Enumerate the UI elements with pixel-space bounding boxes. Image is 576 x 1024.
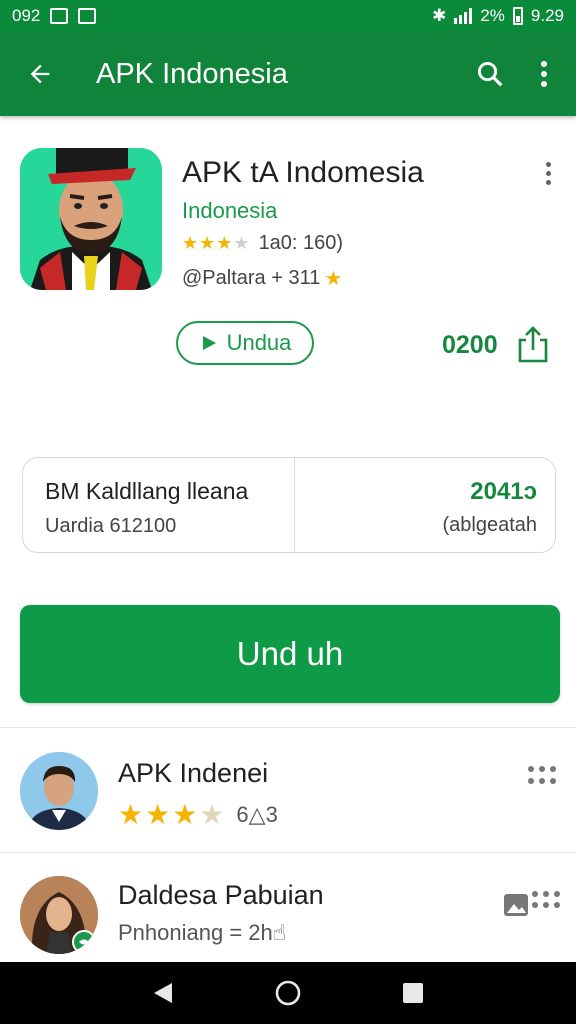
app-more-button[interactable]: [536, 158, 560, 188]
install-button[interactable]: Und uh: [20, 605, 560, 703]
rating-text: 1a0: 160): [258, 232, 344, 254]
avatar: [20, 876, 98, 954]
back-button[interactable]: [20, 54, 60, 94]
nav-back-icon: [153, 983, 172, 1003]
battery-icon: [512, 7, 523, 25]
page-title: APK Indonesia: [96, 57, 288, 90]
overflow-menu-button[interactable]: [524, 54, 564, 94]
list-item-rating: ★★★★ 6△3: [118, 798, 278, 831]
divider: [0, 852, 576, 853]
image-notification-icon: [50, 8, 69, 24]
app-name: APK tA Indomesia: [182, 156, 424, 189]
rating-stars: ★★★★: [118, 799, 227, 830]
info-subtitle: Uardia 612100: [45, 515, 177, 537]
list-item-meta: 6△3: [236, 801, 278, 827]
grid-dots-icon[interactable]: [526, 764, 558, 786]
nav-home-button[interactable]: [268, 973, 308, 1013]
star-icon: ★: [324, 268, 343, 290]
list-item-title: Daldesa Pabuian: [118, 880, 324, 910]
nav-recents-icon: [403, 983, 424, 1003]
image-dots-icon[interactable]: [502, 888, 560, 920]
developer-link[interactable]: Indonesia: [182, 198, 277, 224]
search-icon: [477, 61, 503, 87]
divider: [0, 727, 576, 728]
nav-home-icon: [275, 980, 301, 1006]
clock: 9.29: [530, 6, 564, 25]
gallery-notification-icon: [78, 8, 97, 24]
list-item[interactable]: APK Indenei ★★★★ 6△3: [0, 740, 576, 860]
info-right: 2041ɔ (ablgeatah: [295, 458, 555, 552]
download-chip[interactable]: Undua: [176, 321, 314, 365]
avatar: [20, 752, 98, 830]
play-arrow-icon: [202, 336, 216, 350]
app-character-icon: [20, 148, 162, 290]
app-icon[interactable]: [20, 148, 162, 290]
rating-row: ★★★★ 1a0: 160): [182, 232, 343, 255]
app-bar: APK Indonesia: [0, 32, 576, 116]
rating-stars: ★★★★: [182, 233, 251, 253]
arrow-left-icon: [30, 64, 50, 84]
meta-text: @Paltara + 311: [182, 267, 321, 289]
share-button[interactable]: [516, 324, 550, 364]
info-label: (ablgeatah: [442, 514, 537, 536]
info-left: BM Kaldllang lleana Uardia 612100: [23, 458, 295, 552]
signal-icon: [454, 8, 473, 24]
list-item-meta: Pnhoniang = 2h☝: [118, 920, 287, 945]
list-item-rating: Pnhoniang = 2h☝: [118, 920, 286, 946]
person-avatar-icon: [20, 876, 98, 954]
download-chip-label: Undua: [226, 330, 292, 355]
list-item-title: APK Indenei: [118, 758, 269, 788]
nav-recents-button[interactable]: [393, 973, 433, 1013]
info-card: BM Kaldllang lleana Uardia 612100 2041ɔ …: [22, 457, 556, 553]
meta-row: @Paltara + 311 ★: [182, 266, 342, 291]
bluetooth-icon: ✱: [432, 6, 447, 25]
system-nav-bar: [0, 962, 576, 1024]
nav-back-button[interactable]: [143, 973, 183, 1013]
more-vert-icon: [541, 61, 547, 87]
info-value: 2041ɔ: [470, 478, 537, 505]
download-count: 0200: [442, 331, 498, 359]
status-left-text: 092: [12, 6, 41, 25]
share-icon: [518, 326, 548, 363]
status-bar: 092 ✱ 2% 9.29: [0, 0, 576, 32]
search-button[interactable]: [470, 54, 510, 94]
battery-percent: 2%: [480, 6, 505, 25]
info-title: BM Kaldllang lleana: [45, 478, 249, 504]
person-avatar-icon: [20, 752, 98, 830]
